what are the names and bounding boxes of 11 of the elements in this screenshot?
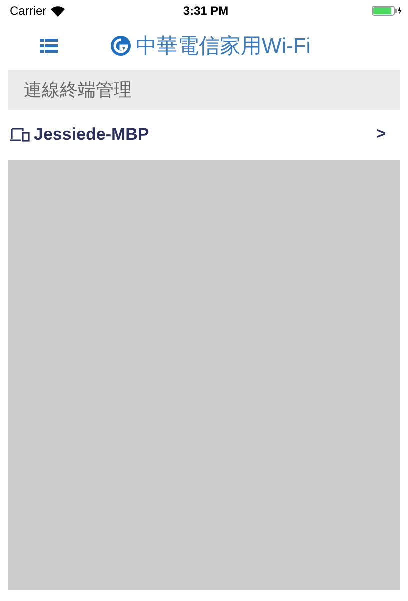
app-title: 中華電信家用Wi-Fi xyxy=(136,34,311,60)
chevron-icon: > xyxy=(376,126,386,144)
status-time: 3:31 PM xyxy=(183,4,229,18)
carrier-label: Carrier xyxy=(10,4,47,18)
menu-icon[interactable] xyxy=(40,39,58,53)
section-header: 連線終端管理 xyxy=(8,70,400,110)
device-name: Jessiede-MBP xyxy=(34,125,150,145)
logo-icon xyxy=(110,35,132,57)
battery-icon xyxy=(372,6,402,16)
wifi-icon xyxy=(50,6,65,16)
devices-icon xyxy=(10,128,30,142)
